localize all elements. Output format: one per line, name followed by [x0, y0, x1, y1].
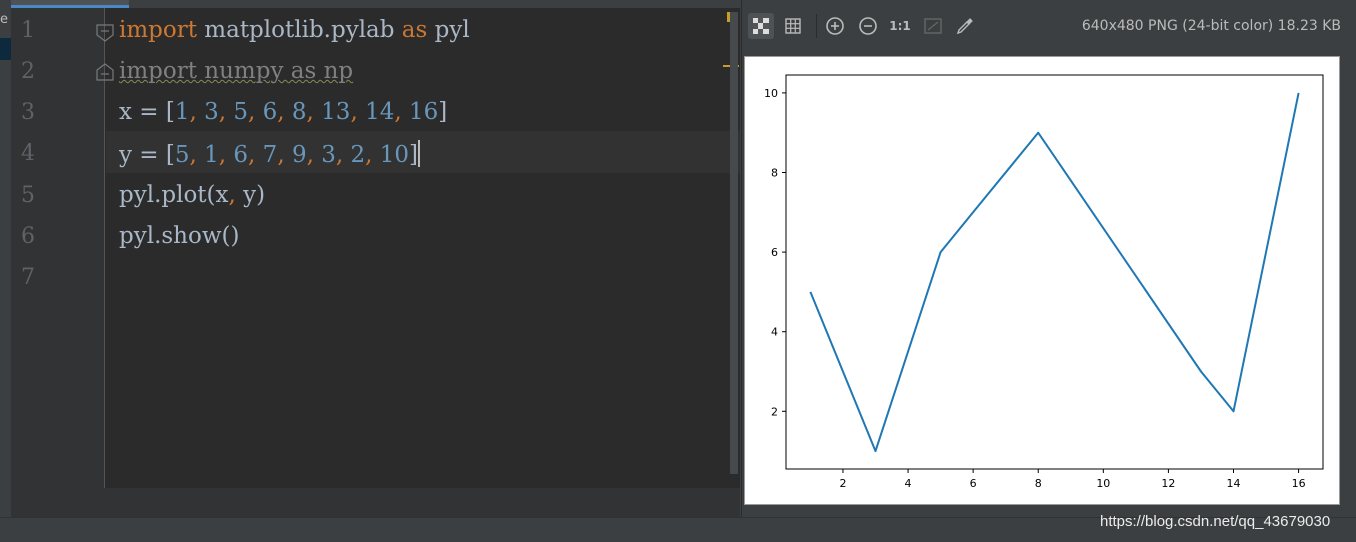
- plot-call: pyl.plot(x: [119, 182, 229, 208]
- unused-import: import numpy as np: [119, 58, 354, 84]
- x-tick-label: 16: [1292, 477, 1306, 490]
- x-value: 16: [408, 99, 439, 125]
- y-value: 2: [350, 142, 366, 168]
- y-tick-label: 10: [764, 87, 778, 100]
- x-value: 14: [365, 99, 395, 125]
- fold-end-icon[interactable]: [95, 62, 115, 82]
- fold-start-icon[interactable]: [95, 23, 115, 43]
- x-prefix: x = [: [119, 99, 175, 125]
- code-line-5[interactable]: pyl.plot(x, y): [119, 182, 265, 208]
- grid-icon[interactable]: [780, 13, 806, 39]
- line-number: 5: [21, 183, 35, 208]
- x-tick-label: 10: [1096, 477, 1110, 490]
- series-line: [809, 92, 1300, 453]
- y-prefix: y = [: [119, 142, 175, 168]
- comma: ,: [228, 182, 236, 208]
- viewer-toolbar: 1:1 640x480 PNG (24-bit color) 18.23 KB: [742, 0, 1356, 52]
- color-picker-icon[interactable]: [952, 13, 978, 39]
- image-viewer: 1:1 640x480 PNG (24-bit color) 18.23 KB …: [741, 0, 1356, 517]
- module-name: matplotlib.pylab: [196, 17, 402, 43]
- line-number: 7: [21, 265, 35, 290]
- y-value: 3: [321, 142, 336, 168]
- x-tick-label: 8: [1035, 477, 1042, 490]
- x-value: 13: [321, 99, 351, 125]
- editor-scrollbar[interactable]: [730, 12, 738, 474]
- sidebar-fragment: e: [0, 12, 8, 27]
- x-suffix: ]: [438, 99, 448, 125]
- image-info: 640x480 PNG (24-bit color) 18.23 KB: [1081, 18, 1341, 34]
- y-suffix: ]: [409, 142, 418, 168]
- x-tick-label: 2: [839, 477, 846, 490]
- x-value: 8: [291, 99, 307, 125]
- keyword: import: [119, 17, 197, 43]
- show-call: pyl.show(): [119, 223, 240, 249]
- y-value: 5: [174, 142, 190, 168]
- chessboard-icon[interactable]: [748, 13, 774, 39]
- line-number: 4: [21, 141, 35, 166]
- x-tick-label: 14: [1227, 477, 1241, 490]
- code-line-6[interactable]: pyl.show(): [119, 223, 239, 249]
- x-tick-label: 4: [905, 477, 912, 490]
- code-line-2[interactable]: import numpy as np: [119, 58, 353, 84]
- y-tick-label: 4: [771, 326, 778, 339]
- x-value: 1: [174, 99, 190, 125]
- code-line-1[interactable]: import matplotlib.pylab as pyl: [119, 17, 470, 43]
- code-line-3[interactable]: x = [1, 3, 5, 6, 8, 13, 14, 16]: [119, 99, 447, 125]
- plot-frame: [785, 74, 1324, 470]
- x-value: 6: [262, 99, 278, 125]
- code-editor[interactable]: 1 2 3 4 5 6 7 import matplotlib.pylab as…: [11, 8, 740, 488]
- plot-args: y): [235, 182, 266, 208]
- editor-bottom-area: [11, 488, 740, 517]
- x-tick-label: 12: [1161, 477, 1175, 490]
- x-tick-label: 6: [970, 477, 977, 490]
- alias-name: pyl: [427, 17, 470, 43]
- code-line-4[interactable]: y = [5, 1, 6, 7, 9, 3, 2, 10]: [119, 140, 420, 168]
- left-tool-strip: e: [0, 0, 11, 517]
- editor-tab-active[interactable]: [11, 0, 129, 8]
- toolbar-separator: [816, 14, 817, 38]
- line-number: 2: [21, 59, 35, 84]
- line-number: 1: [21, 18, 35, 43]
- y-value: 6: [233, 142, 249, 168]
- watermark: https://blog.csdn.net/qq_43679030: [1100, 513, 1331, 530]
- y-value: 10: [379, 142, 410, 168]
- line-number: 6: [21, 224, 35, 249]
- actual-size-icon[interactable]: 1:1: [887, 13, 913, 39]
- y-value: 7: [262, 142, 278, 168]
- y-value: 9: [291, 142, 307, 168]
- viewer-scrollbar[interactable]: [1342, 56, 1354, 505]
- sidebar-selection[interactable]: [0, 38, 11, 60]
- line-number: 3: [21, 100, 35, 125]
- line-chart: 2 4 6 8 10 12 14 16 2 4 6 8 10: [764, 74, 1324, 490]
- fit-icon[interactable]: [920, 13, 946, 39]
- y-tick-label: 6: [771, 246, 778, 259]
- x-value: 5: [233, 99, 249, 125]
- x-value: 3: [204, 99, 219, 125]
- zoom-out-icon[interactable]: [855, 13, 881, 39]
- text-caret: [418, 140, 420, 167]
- y-tick-label: 8: [771, 167, 778, 180]
- image-canvas[interactable]: 2 4 6 8 10 12 14 16 2 4 6 8 10: [744, 56, 1340, 505]
- y-tick-label: 2: [771, 405, 778, 418]
- zoom-in-icon[interactable]: [822, 13, 848, 39]
- keyword: as: [401, 17, 428, 43]
- y-value: 1: [204, 142, 219, 168]
